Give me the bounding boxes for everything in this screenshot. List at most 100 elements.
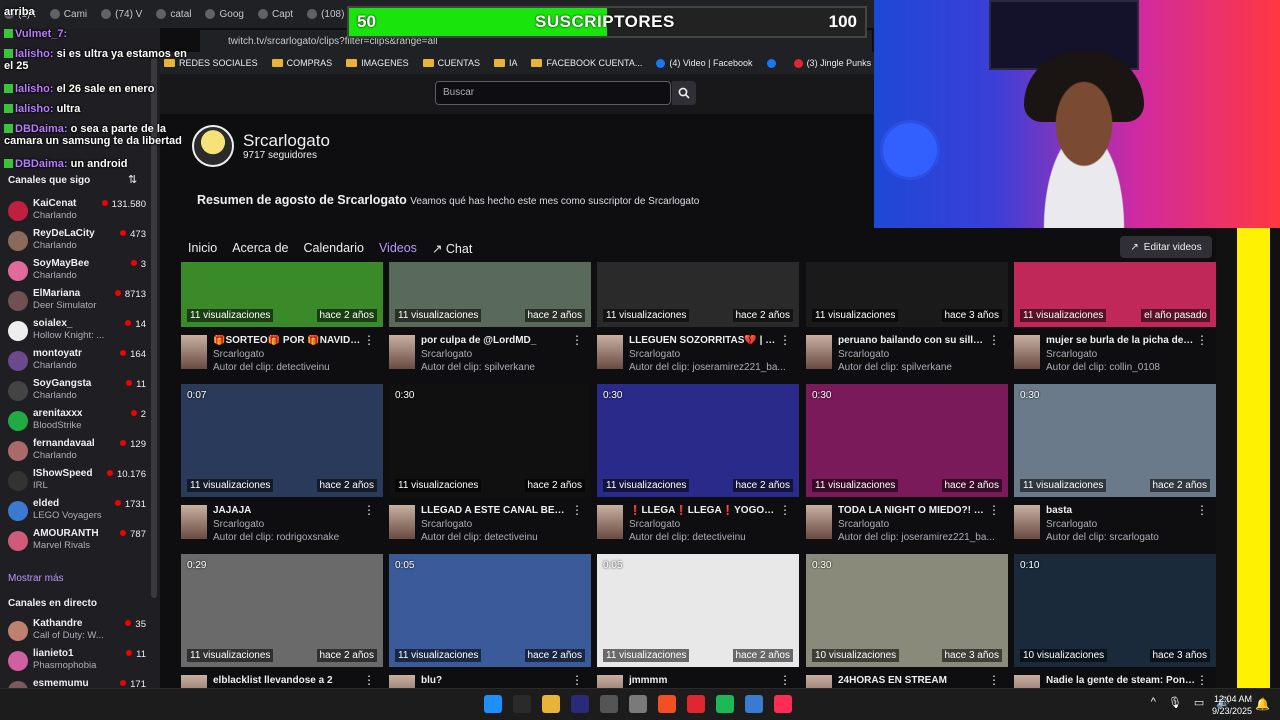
clip-thumbnail[interactable]: 0:29 11 visualizaciones hace 2 años	[181, 554, 383, 667]
clip-channel[interactable]: Srcarlogato	[421, 349, 472, 360]
more-options-icon[interactable]: ⋮	[988, 673, 1000, 687]
clip-title[interactable]: ❗LLEGA❗LLEGA❗YOGO❗Y...	[629, 505, 779, 516]
sidebar-channel[interactable]: elded LEGO Voyagers 1731	[6, 496, 146, 526]
clip-channel[interactable]: Srcarlogato	[421, 519, 472, 530]
mic-icon[interactable]: 🎙	[1168, 696, 1182, 709]
notification-icon[interactable]: 🔔	[1255, 697, 1270, 711]
clip-title[interactable]: jmmmm	[629, 675, 779, 686]
clip-thumbnail[interactable]: 0:07 11 visualizaciones hace 2 años	[181, 384, 383, 497]
clip-channel[interactable]: Srcarlogato	[629, 349, 680, 360]
more-options-icon[interactable]: ⋮	[363, 673, 375, 687]
edit-videos-button[interactable]: ↗ Editar videos	[1120, 236, 1212, 258]
clip-title[interactable]: TODA LA NIGHT O MIEDO?! 🎃 | [...	[838, 505, 988, 516]
taskbar-app-icon[interactable]	[513, 695, 531, 713]
sidebar-channel[interactable]: ElMariana Deer Simulator 8713	[6, 286, 146, 316]
more-options-icon[interactable]: ⋮	[779, 503, 791, 517]
clip-channel-avatar[interactable]	[597, 505, 623, 539]
taskbar-app-icon[interactable]	[600, 695, 618, 713]
channel-avatar[interactable]	[192, 125, 234, 167]
network-icon[interactable]: ▭	[1194, 696, 1204, 709]
clip-title[interactable]: por culpa de @LordMD_	[421, 335, 571, 346]
clip-title[interactable]: basta	[1046, 505, 1196, 516]
clip-thumbnail[interactable]: 0:30 11 visualizaciones hace 2 años	[389, 384, 591, 497]
clip-channel[interactable]: Srcarlogato	[213, 519, 264, 530]
tab-chat[interactable]: ↗ Chat	[432, 241, 472, 256]
more-options-icon[interactable]: ⋮	[988, 503, 1000, 517]
clip-title[interactable]: peruano bailando con su silla gg	[838, 335, 988, 346]
sidebar-channel[interactable]: SoyMayBee Charlando 3	[6, 256, 146, 286]
show-more-link[interactable]: Mostrar más	[8, 573, 64, 584]
sidebar-channel[interactable]: montoyatr Charlando 164	[6, 346, 146, 376]
search-button[interactable]	[672, 81, 696, 105]
more-options-icon[interactable]: ⋮	[363, 333, 375, 347]
more-options-icon[interactable]: ⋮	[571, 333, 583, 347]
sidebar-channel[interactable]: arenitaxxx BloodStrike 2	[6, 406, 146, 436]
clip-channel-avatar[interactable]	[181, 335, 207, 369]
recap-banner[interactable]: Resumen de agosto de Srcarlogato Veamos …	[197, 193, 699, 207]
clip-channel-avatar[interactable]	[1014, 335, 1040, 369]
clip-title[interactable]: elblacklist llevandose a 2	[213, 675, 363, 686]
more-options-icon[interactable]: ⋮	[571, 673, 583, 687]
tab-videos[interactable]: Videos	[379, 241, 417, 256]
more-options-icon[interactable]: ⋮	[779, 333, 791, 347]
clip-thumbnail[interactable]: 0:30 11 visualizaciones hace 2 años	[1014, 384, 1216, 497]
clip-thumbnail[interactable]: 0:30 10 visualizaciones hace 3 años	[806, 554, 1008, 667]
browser-tab[interactable]: Capt	[257, 9, 293, 20]
more-options-icon[interactable]: ⋮	[571, 503, 583, 517]
clip-channel-avatar[interactable]	[389, 335, 415, 369]
clip-thumbnail[interactable]: 11 visualizaciones hace 3 años	[806, 262, 1008, 327]
bookmark-item[interactable]	[766, 58, 780, 68]
clip-channel[interactable]: Srcarlogato	[838, 519, 889, 530]
bookmark-item[interactable]: CUENTAS	[422, 58, 480, 68]
clip-channel-avatar[interactable]	[389, 675, 415, 688]
clip-thumbnail[interactable]: 11 visualizaciones hace 2 años	[181, 262, 383, 327]
sidebar-channel[interactable]: soialex_ Hollow Knight: ... 14	[6, 316, 146, 346]
clip-title[interactable]: blu?	[421, 675, 571, 686]
bookmark-item[interactable]: (3) Jingle Punks - Pe...	[793, 58, 880, 68]
browser-tab[interactable]: Goog	[205, 9, 244, 20]
sidebar-channel[interactable]: AMOURANTH Marvel Rivals 787	[6, 526, 146, 556]
clip-title[interactable]: LLEGAD A ESTE CANAL BENDIT...	[421, 505, 571, 516]
clock[interactable]: 12:04 AM 9/23/2025	[1212, 693, 1252, 717]
clip-thumbnail[interactable]: 0:30 11 visualizaciones hace 2 años	[806, 384, 1008, 497]
taskbar-app-icon[interactable]	[687, 695, 705, 713]
more-options-icon[interactable]: ⋮	[363, 503, 375, 517]
bookmark-item[interactable]: IA	[493, 58, 517, 68]
clip-channel[interactable]: Srcarlogato	[1046, 519, 1097, 530]
clip-channel-avatar[interactable]	[1014, 505, 1040, 539]
clip-thumbnail[interactable]: 0:30 11 visualizaciones hace 2 años	[597, 384, 799, 497]
clip-channel-avatar[interactable]	[806, 505, 832, 539]
taskbar-app-icon[interactable]	[745, 695, 763, 713]
clip-title[interactable]: mujer se burla de la picha de co...	[1046, 335, 1196, 346]
sidebar-channel[interactable]: lianieto1 Phasmophobia 11	[6, 646, 146, 676]
clip-title[interactable]: Nadie la gente de steam: Pone u...	[1046, 675, 1196, 686]
tab-acerca-de[interactable]: Acerca de	[232, 241, 288, 256]
sidebar-channel[interactable]: SoyGangsta Charlando 11	[6, 376, 146, 406]
bookmark-item[interactable]: FACEBOOK CUENTA...	[531, 58, 642, 68]
chevron-up-icon[interactable]: ^	[1151, 696, 1156, 709]
taskbar-app-icon[interactable]	[629, 695, 647, 713]
more-options-icon[interactable]: ⋮	[1196, 673, 1208, 687]
more-options-icon[interactable]: ⋮	[779, 673, 791, 687]
bookmark-item[interactable]: (4) Video | Facebook	[656, 58, 753, 68]
clip-thumbnail[interactable]: 11 visualizaciones hace 2 años	[389, 262, 591, 327]
clip-channel[interactable]: Srcarlogato	[629, 519, 680, 530]
browser-tab[interactable]: (108)	[307, 9, 344, 20]
taskbar-app-icon[interactable]	[658, 695, 676, 713]
clip-channel[interactable]: Srcarlogato	[213, 349, 264, 360]
bookmark-item[interactable]: IMAGENES	[346, 58, 409, 68]
clip-title[interactable]: LLEGUEN SOZORRITAS💔 | CAI...	[629, 335, 779, 346]
more-options-icon[interactable]: ⋮	[1196, 503, 1208, 517]
clip-channel[interactable]: Srcarlogato	[838, 349, 889, 360]
clip-channel-avatar[interactable]	[1014, 675, 1040, 688]
taskbar-app-icon[interactable]	[484, 695, 502, 713]
taskbar-app-icon[interactable]	[571, 695, 589, 713]
more-options-icon[interactable]: ⋮	[1196, 333, 1208, 347]
taskbar-app-icon[interactable]	[774, 695, 792, 713]
bookmark-item[interactable]: COMPRAS	[271, 58, 332, 68]
sidebar-channel[interactable]: Kathandre Call of Duty: W... 35	[6, 616, 146, 646]
clip-channel-avatar[interactable]	[806, 675, 832, 688]
clip-thumbnail[interactable]: 11 visualizaciones hace 2 años	[597, 262, 799, 327]
clip-title[interactable]: 24HORAS EN STREAM	[838, 675, 988, 686]
clip-channel-avatar[interactable]	[389, 505, 415, 539]
